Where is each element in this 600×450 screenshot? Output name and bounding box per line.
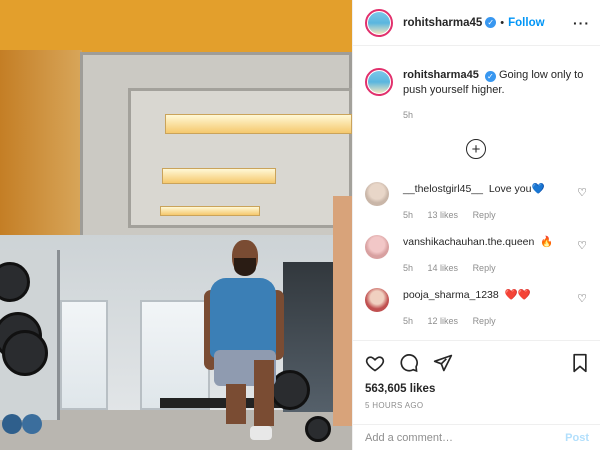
wall-poster — [333, 196, 352, 426]
person-leg — [254, 360, 274, 426]
comment-time: 5h — [403, 316, 414, 326]
avatar[interactable] — [365, 68, 393, 96]
heart-icon[interactable]: ♡ — [577, 239, 587, 252]
weight-plate — [2, 330, 48, 376]
heart-icon[interactable]: ♡ — [577, 186, 587, 199]
avatar[interactable] — [365, 235, 389, 259]
instagram-post: rohitsharma45 ✓ • Follow ··· rohitsharma… — [0, 0, 600, 450]
comment-meta: 5h 13 likes Reply — [403, 208, 593, 222]
heart-icon[interactable]: ♡ — [577, 292, 587, 305]
person-torso — [210, 278, 276, 358]
post-header: rohitsharma45 ✓ • Follow ··· — [353, 0, 600, 46]
comment-body: pooja_sharma_1238 ❤️❤️ 5h 12 likes Reply — [403, 288, 593, 328]
post-photo[interactable] — [0, 0, 352, 450]
comment-meta: 5h 12 likes Reply — [403, 314, 593, 328]
post-button[interactable]: Post — [565, 432, 589, 444]
share-icon[interactable] — [433, 353, 453, 373]
comment-username[interactable]: __thelostgirl45__ — [403, 183, 483, 195]
verified-icon: ✓ — [484, 71, 496, 82]
comment-meta: 5h 14 likes Reply — [403, 261, 593, 275]
comment-likes[interactable]: 12 likes — [428, 316, 459, 326]
comment-body: vanshikachauhan.the.queen 🔥 5h 14 likes … — [403, 235, 593, 275]
action-bar: 563,605 likes 5 HOURS AGO — [353, 340, 600, 410]
comment-input[interactable] — [365, 431, 566, 444]
reply-button[interactable]: Reply — [473, 263, 496, 273]
window — [60, 300, 108, 410]
separator-dot: • — [500, 16, 505, 29]
dumbbell — [305, 416, 331, 442]
ceiling-light — [165, 114, 352, 134]
heart-icon[interactable] — [365, 353, 385, 373]
avatar[interactable] — [365, 182, 389, 206]
caption: rohitsharma45 ✓ Going low only to push y… — [353, 46, 600, 123]
post-sidebar: rohitsharma45 ✓ • Follow ··· rohitsharma… — [352, 0, 600, 450]
exercise-ball — [2, 414, 22, 434]
more-options-icon[interactable]: ··· — [573, 15, 590, 31]
caption-body: rohitsharma45 ✓ Going low only to push y… — [403, 68, 590, 123]
bookmark-icon[interactable] — [571, 353, 589, 373]
comment-text: 🔥 — [540, 236, 554, 248]
weight-plate — [270, 370, 310, 410]
post-timestamp: 5 HOURS AGO — [365, 401, 424, 410]
reply-button[interactable]: Reply — [473, 316, 496, 326]
comment-item: __thelostgirl45__ Love you💙 5h 13 likes … — [365, 182, 593, 222]
comment-text: ❤️❤️ — [504, 289, 531, 301]
verified-icon: ✓ — [485, 17, 497, 28]
comment-username[interactable]: pooja_sharma_1238 — [403, 289, 499, 301]
comment-username[interactable]: vanshikachauhan.the.queen — [403, 236, 534, 248]
ceiling-light — [160, 206, 260, 216]
comment-item: vanshikachauhan.the.queen 🔥 5h 14 likes … — [365, 235, 593, 275]
likes-count[interactable]: 563,605 likes — [365, 383, 589, 395]
exercise-ball — [22, 414, 42, 434]
comment-time: 5h — [403, 263, 414, 273]
comment-time: 5h — [403, 210, 414, 220]
comment-likes[interactable]: 13 likes — [428, 210, 459, 220]
person-beard — [234, 258, 256, 276]
header-username[interactable]: rohitsharma45 — [403, 17, 482, 29]
caption-time: 5h — [403, 110, 414, 120]
caption-username[interactable]: rohitsharma45 — [403, 69, 479, 81]
window — [140, 300, 210, 410]
comment-item: pooja_sharma_1238 ❤️❤️ 5h 12 likes Reply… — [365, 288, 593, 328]
avatar[interactable] — [365, 288, 389, 312]
load-more-icon[interactable]: + — [466, 139, 486, 159]
person-shoe — [250, 426, 272, 440]
person-leg — [226, 384, 246, 424]
ceiling-light — [162, 168, 276, 184]
follow-button[interactable]: Follow — [508, 17, 544, 29]
comment-body: __thelostgirl45__ Love you💙 5h 13 likes … — [403, 182, 593, 222]
action-icons — [365, 351, 589, 375]
add-comment-bar: Post — [353, 424, 600, 450]
comment-likes[interactable]: 14 likes — [428, 263, 459, 273]
comment-text: Love you💙 — [488, 183, 545, 195]
reply-button[interactable]: Reply — [473, 210, 496, 220]
avatar[interactable] — [365, 8, 393, 37]
comment-icon[interactable] — [399, 353, 419, 373]
